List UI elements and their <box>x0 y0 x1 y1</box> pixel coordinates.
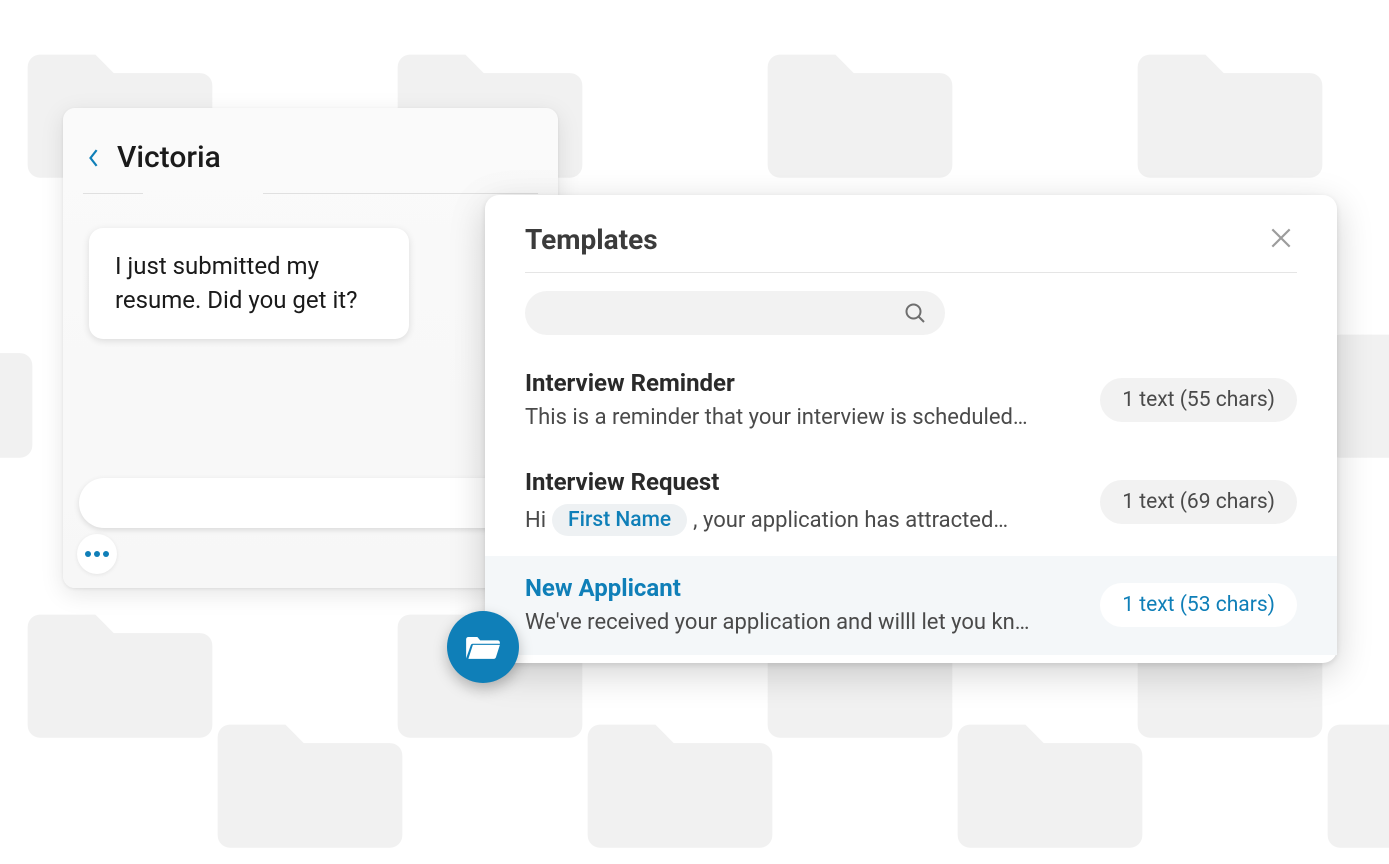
templates-panel: Templates Interview Reminder This is a r… <box>485 195 1337 663</box>
back-chevron-icon[interactable] <box>87 146 103 170</box>
chat-window: Victoria I just submitted my resume. Did… <box>63 108 558 588</box>
template-row[interactable]: New Applicant We've received your applic… <box>485 556 1337 655</box>
templates-fab-button[interactable] <box>447 611 519 683</box>
template-row[interactable]: Interview Reminder This is a reminder th… <box>485 351 1337 450</box>
ellipsis-icon <box>85 551 91 557</box>
template-list: Interview Reminder This is a reminder th… <box>485 345 1337 655</box>
template-preview: We've received your application and will… <box>525 610 1076 635</box>
template-preview: This is a reminder that your interview i… <box>525 405 1076 430</box>
template-title: New Applicant <box>525 574 1076 602</box>
close-button[interactable] <box>1265 224 1297 256</box>
merge-tag: First Name <box>552 504 687 536</box>
templates-search[interactable] <box>525 291 945 335</box>
template-badge: 1 text (53 chars) <box>1100 583 1297 627</box>
close-icon <box>1268 225 1294 254</box>
templates-search-wrap <box>485 273 1337 345</box>
chat-input-row <box>79 478 542 528</box>
chat-header-divider <box>83 193 538 194</box>
template-preview: Hi First Name , your application has att… <box>525 504 1076 536</box>
template-row[interactable]: Interview Request Hi First Name , your a… <box>485 450 1337 556</box>
chat-contact-name: Victoria <box>117 140 221 175</box>
incoming-message-bubble: I just submitted my resume. Did you get … <box>89 228 409 339</box>
template-badge: 1 text (55 chars) <box>1100 378 1297 422</box>
template-badge: 1 text (69 chars) <box>1100 480 1297 524</box>
template-title: Interview Reminder <box>525 369 1076 397</box>
more-options-button[interactable] <box>77 534 117 574</box>
chat-input[interactable] <box>79 478 542 528</box>
folder-open-icon <box>465 631 501 664</box>
templates-header: Templates <box>485 195 1337 272</box>
templates-title: Templates <box>525 223 658 256</box>
chat-header: Victoria <box>81 134 540 193</box>
search-icon <box>903 301 927 325</box>
template-title: Interview Request <box>525 468 1076 496</box>
templates-search-input[interactable] <box>543 303 903 324</box>
